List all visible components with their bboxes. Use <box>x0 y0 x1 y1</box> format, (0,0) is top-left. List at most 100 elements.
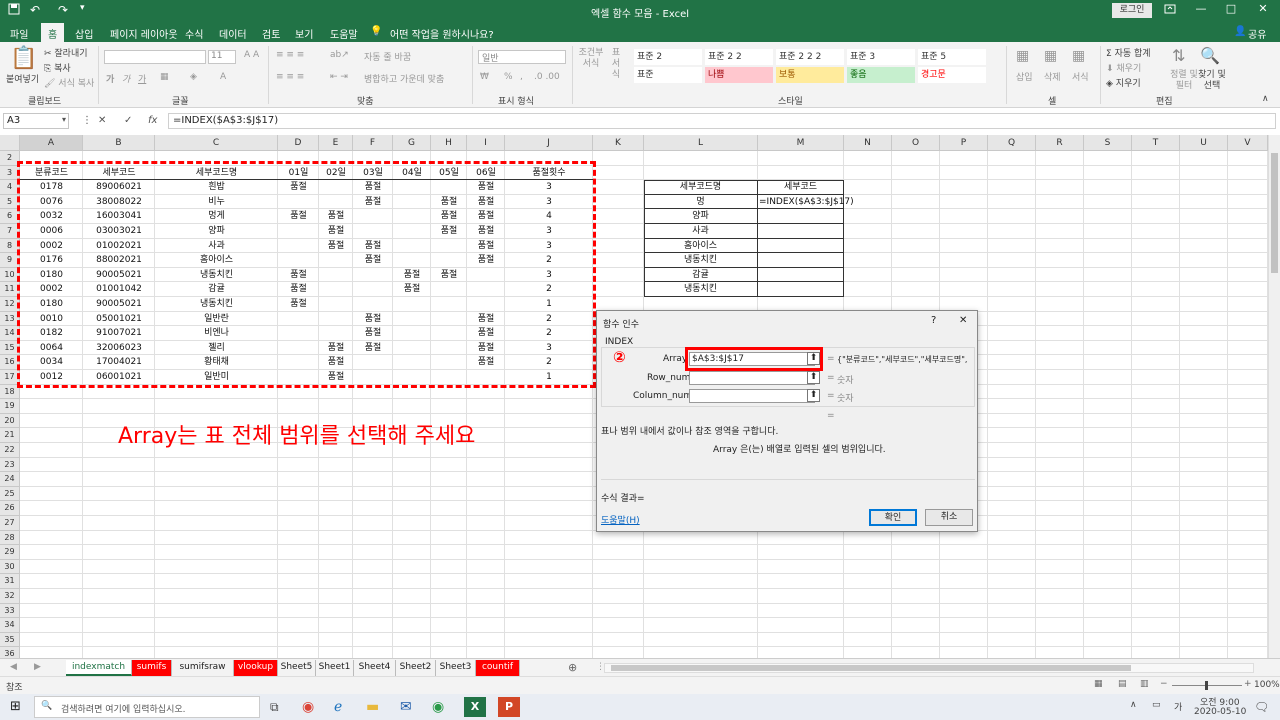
table-cell[interactable]: 0002 <box>20 282 83 297</box>
column-header[interactable]: Q <box>988 135 1036 151</box>
style-cell[interactable]: 표준 5 <box>918 49 986 65</box>
row-header[interactable]: 29 <box>0 545 20 560</box>
name-box-dropdown-icon[interactable]: ▾ <box>62 115 66 124</box>
cancel-formula-icon[interactable]: ✕ <box>98 115 106 126</box>
table-cell[interactable]: 품절 <box>353 195 393 210</box>
scroll-thumb[interactable] <box>1271 153 1278 273</box>
table-cell[interactable] <box>353 297 393 312</box>
page-break-icon[interactable]: ▥ <box>1140 679 1149 689</box>
tray-chevron-icon[interactable]: ∧ <box>1130 700 1137 710</box>
table-cell[interactable]: 품절 <box>353 253 393 268</box>
row-header[interactable]: 32 <box>0 589 20 604</box>
column-header[interactable]: U <box>1180 135 1228 151</box>
table-cell[interactable] <box>467 370 505 385</box>
vertical-scrollbar[interactable] <box>1268 135 1280 658</box>
table-cell[interactable] <box>431 253 467 268</box>
style-cell[interactable]: 표준 2 2 <box>705 49 773 65</box>
table-cell[interactable] <box>278 370 319 385</box>
lookup-cell[interactable]: 냉동치킨 <box>644 253 758 268</box>
undo-icon[interactable]: ↶ <box>30 3 40 17</box>
find-select-button[interactable]: 찾기 및 선택 <box>1198 70 1226 92</box>
enter-formula-icon[interactable]: ✓ <box>124 115 132 126</box>
percent-button[interactable]: % <box>504 72 513 82</box>
table-cell[interactable]: 0034 <box>20 355 83 370</box>
table-cell[interactable] <box>278 239 319 254</box>
notifications-icon[interactable]: 🗨 <box>1254 700 1269 714</box>
table-cell[interactable]: 2 <box>505 326 593 341</box>
table-cell[interactable]: 품절 <box>431 209 467 224</box>
comma-button[interactable]: , <box>520 72 523 82</box>
font-grow-icon[interactable]: A A <box>244 50 259 60</box>
style-cell[interactable]: 표준 <box>634 67 702 83</box>
zoom-in-icon[interactable]: + <box>1244 679 1252 689</box>
table-cell[interactable]: 3 <box>505 224 593 239</box>
tell-me-box[interactable]: 어떤 작업을 원하시나요? <box>390 26 494 41</box>
zoom-out-icon[interactable]: − <box>1160 679 1168 689</box>
table-cell[interactable] <box>431 312 467 327</box>
table-cell[interactable]: 2 <box>505 312 593 327</box>
table-cell[interactable] <box>393 239 431 254</box>
column-header[interactable]: J <box>505 135 593 151</box>
table-cell[interactable]: 품절 <box>353 180 393 195</box>
orientation-icon[interactable]: ab↗ <box>330 50 349 60</box>
table-header-cell[interactable]: 세부코드 <box>83 166 155 181</box>
lookup-cell[interactable]: 감귤 <box>644 267 758 283</box>
excel-taskbar-icon[interactable]: X <box>464 697 486 717</box>
table-cell[interactable]: 32006023 <box>83 341 155 356</box>
table-cell[interactable]: 황태채 <box>155 355 278 370</box>
lookup-cell[interactable]: 사과 <box>644 224 758 239</box>
column-header[interactable]: H <box>431 135 467 151</box>
table-header-cell[interactable]: 06일 <box>467 166 505 181</box>
table-cell[interactable] <box>319 326 353 341</box>
table-cell[interactable]: 품절 <box>467 355 505 370</box>
table-cell[interactable]: 3 <box>505 180 593 195</box>
clear-button[interactable]: ◈ 지우기 <box>1106 76 1141 89</box>
sheet-tab[interactable]: vlookup <box>234 660 278 676</box>
table-cell[interactable] <box>278 312 319 327</box>
column-header[interactable]: C <box>155 135 278 151</box>
table-cell[interactable] <box>353 282 393 297</box>
save-icon[interactable] <box>8 3 20 18</box>
row-header[interactable]: 8 <box>0 238 20 254</box>
table-cell[interactable]: 3 <box>505 195 593 210</box>
collapse-dialog-icon[interactable]: ⬆ <box>807 371 820 384</box>
row-header[interactable]: 5 <box>0 194 20 210</box>
column-header[interactable]: G <box>393 135 431 151</box>
lookup-cell[interactable] <box>758 267 844 283</box>
row-header[interactable]: 9 <box>0 253 20 268</box>
table-cell[interactable]: 품절 <box>467 209 505 224</box>
table-cell[interactable] <box>278 326 319 341</box>
table-cell[interactable]: 0064 <box>20 341 83 356</box>
dialog-close-icon[interactable]: ✕ <box>959 315 967 326</box>
table-cell[interactable] <box>431 355 467 370</box>
table-cell[interactable]: 냉동치킨 <box>155 297 278 312</box>
sheet-tab[interactable]: Sheet3 <box>436 660 476 676</box>
column-header[interactable]: K <box>593 135 644 151</box>
table-cell[interactable] <box>393 370 431 385</box>
table-cell[interactable] <box>278 341 319 356</box>
table-header-cell[interactable]: 01일 <box>278 166 319 181</box>
column-header[interactable]: S <box>1084 135 1132 151</box>
row-header[interactable]: 7 <box>0 224 20 239</box>
table-cell[interactable]: 05001021 <box>83 312 155 327</box>
row-header[interactable]: 36 <box>0 647 20 658</box>
table-cell[interactable]: 0180 <box>20 297 83 312</box>
table-cell[interactable]: 품절 <box>467 224 505 239</box>
lookup-cell[interactable] <box>758 238 844 254</box>
conditional-format-button[interactable]: 조건부 서식 <box>578 48 604 70</box>
lookup-cell[interactable]: 멍 <box>644 194 758 210</box>
row-header[interactable]: 12 <box>0 297 20 312</box>
row-header[interactable]: 34 <box>0 618 20 633</box>
tab-formulas[interactable]: 수식 <box>185 26 203 41</box>
row-header[interactable]: 20 <box>0 413 20 429</box>
copy-button[interactable]: ⎘ 복사 <box>44 61 71 74</box>
table-cell[interactable]: 품절 <box>467 180 505 195</box>
table-cell[interactable] <box>393 297 431 312</box>
table-cell[interactable]: 품절 <box>431 195 467 210</box>
clock-date[interactable]: 2020-05-10 <box>1194 707 1246 717</box>
login-button[interactable]: 로그인 <box>1112 3 1152 18</box>
table-cell[interactable]: 품절 <box>319 209 353 224</box>
cancel-button[interactable]: 취소 <box>925 509 973 526</box>
style-cell-bad[interactable]: 나쁨 <box>705 67 773 83</box>
table-cell[interactable] <box>393 326 431 341</box>
